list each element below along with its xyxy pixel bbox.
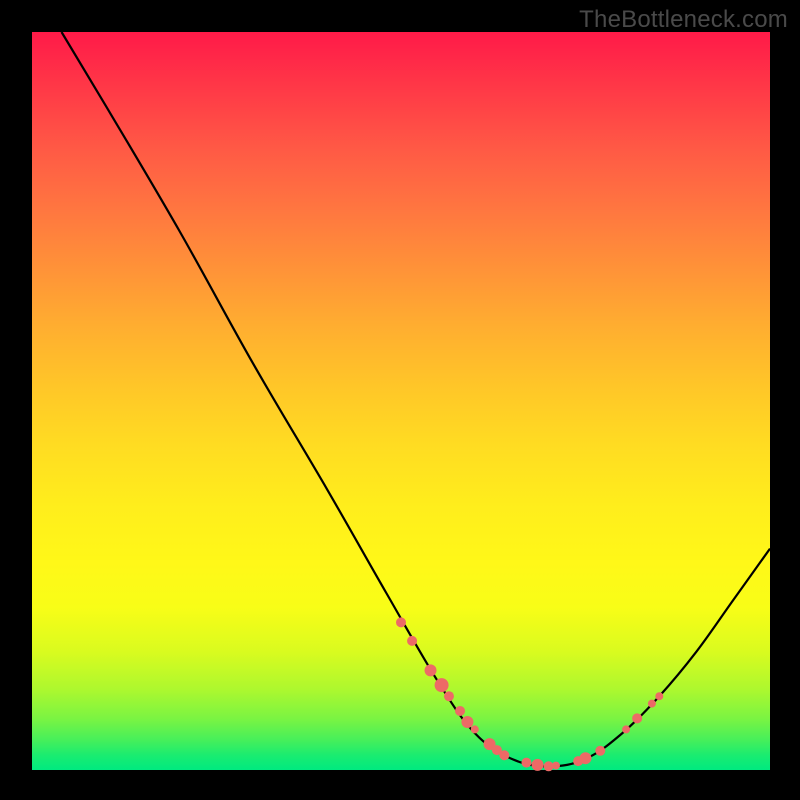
curve-marker xyxy=(499,750,509,760)
curve-marker xyxy=(425,664,437,676)
curve-marker xyxy=(622,725,630,733)
curve-marker xyxy=(407,636,417,646)
bottleneck-curve xyxy=(62,32,770,766)
curve-marker xyxy=(595,746,605,756)
curve-markers xyxy=(396,617,663,771)
curve-marker xyxy=(632,713,642,723)
watermark-text: TheBottleneck.com xyxy=(579,6,788,34)
curve-marker xyxy=(580,752,592,764)
curve-marker xyxy=(435,678,449,692)
curve-marker xyxy=(396,617,406,627)
curve-marker xyxy=(455,706,465,716)
curve-marker xyxy=(471,725,479,733)
curve-marker xyxy=(461,716,473,728)
curve-marker xyxy=(552,762,560,770)
curve-marker xyxy=(655,692,663,700)
plot-area xyxy=(32,32,770,770)
chart-frame: TheBottleneck.com xyxy=(0,0,800,800)
curve-marker xyxy=(444,691,454,701)
curve-marker xyxy=(648,700,656,708)
curve-layer xyxy=(32,32,770,770)
curve-marker xyxy=(532,759,544,771)
curve-marker xyxy=(521,758,531,768)
